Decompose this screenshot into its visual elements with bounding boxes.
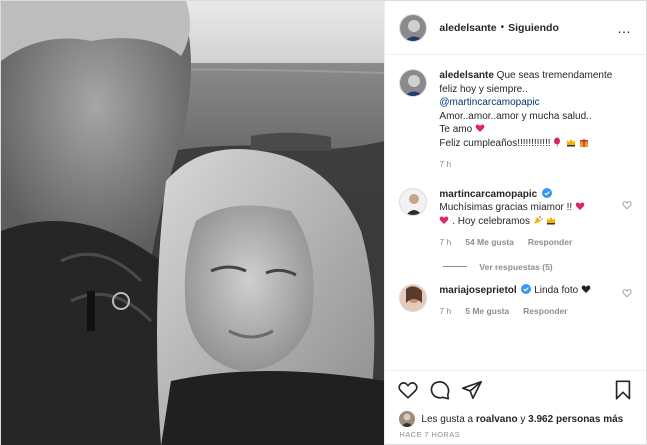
author-username[interactable]: aledelsante	[439, 22, 496, 34]
like-heart-icon[interactable]	[397, 379, 419, 401]
liker-username[interactable]: roalvano	[476, 414, 518, 425]
balloon-emoji	[554, 137, 561, 147]
commenter-username[interactable]: martincarcamopapic	[439, 189, 537, 200]
likes-summary: Les gusta a roalvano y 3.962 personas má…	[385, 408, 646, 430]
comment-time[interactable]: 7 h	[439, 236, 451, 250]
save-bookmark-icon[interactable]	[612, 379, 634, 401]
reply-button[interactable]: Responder	[528, 236, 572, 250]
caption-author[interactable]: aledelsante	[439, 70, 493, 81]
crown-emoji	[567, 138, 576, 146]
comment-icon[interactable]	[429, 379, 451, 401]
caption-line-3: Te amo	[439, 124, 473, 135]
verified-badge-icon	[521, 283, 532, 294]
verified-badge-icon	[542, 187, 553, 198]
following-button[interactable]: Siguiendo	[508, 22, 559, 34]
caption-line-4: Feliz cumpleaños!!!!!!!!!!!!	[439, 137, 551, 149]
post-header: aledelsante • Siguiendo …	[385, 1, 646, 55]
post-side-panel: aledelsante • Siguiendo … aledelsante Qu…	[384, 1, 646, 445]
comment-mariajoseprietol: mariajoseprietol Linda foto 7 h 5 Me gus…	[399, 283, 632, 319]
separator-dot: •	[500, 22, 505, 33]
like-comment-heart-icon[interactable]	[622, 200, 632, 210]
caption-time[interactable]: 7 h	[439, 158, 451, 172]
comment-likes[interactable]: 54 Me gusta	[465, 236, 514, 250]
couple-photo	[1, 1, 385, 445]
instagram-post: aledelsante • Siguiendo … aledelsante Qu…	[0, 0, 647, 445]
comment-martincarcamopapic: martincarcamopapic Muchísimas gracias mi…	[399, 187, 632, 250]
caption-meta: 7 h	[439, 158, 632, 172]
comment-text: Linda foto	[534, 284, 579, 296]
more-options-icon[interactable]: …	[617, 21, 632, 35]
likes-prefix: Les gusta a	[421, 413, 474, 425]
likes-count[interactable]: 3.962 personas más	[528, 414, 623, 425]
replies-divider	[443, 266, 468, 267]
red-heart-emoji	[440, 215, 449, 224]
like-comment-heart-icon[interactable]	[622, 288, 632, 298]
posted-time[interactable]: HACE 7 HORAS	[385, 430, 646, 445]
reply-button[interactable]: Responder	[523, 305, 567, 319]
likes-connector: y	[520, 413, 526, 425]
action-bar	[385, 370, 646, 408]
comment-text-2: . Hoy celebramos	[452, 215, 530, 227]
caption-mention[interactable]: @martincarcamopapic	[439, 97, 539, 108]
liker-avatar[interactable]	[399, 411, 416, 427]
red-heart-emoji	[475, 124, 485, 132]
view-replies-button[interactable]: Ver respuestas (5)	[443, 262, 632, 272]
caption: aledelsante Que seas tremendamente feliz…	[399, 69, 632, 172]
comment-likes[interactable]: 5 Me gusta	[465, 305, 509, 319]
red-heart-emoji	[575, 202, 585, 210]
gift-emoji	[579, 138, 588, 147]
comment-meta: 7 h 5 Me gusta Responder	[439, 305, 632, 319]
comment-meta: 7 h 54 Me gusta Responder	[439, 236, 632, 250]
commenter-avatar[interactable]	[399, 283, 428, 312]
commenter-avatar[interactable]	[399, 187, 428, 216]
share-icon[interactable]	[461, 379, 483, 401]
comment-text: Muchísimas gracias miamor !!	[439, 202, 573, 213]
comment-time[interactable]: 7 h	[439, 305, 451, 319]
party-popper-emoji	[533, 215, 543, 224]
black-heart-emoji	[581, 284, 591, 293]
caption-line-2: Amor..amor..amor y mucha salud..	[439, 110, 592, 122]
caption-avatar[interactable]	[399, 69, 428, 97]
post-photo[interactable]	[1, 1, 385, 445]
commenter-username[interactable]: mariajoseprietol	[439, 285, 516, 296]
crown-emoji	[546, 216, 555, 224]
author-avatar[interactable]	[399, 13, 428, 42]
view-replies-label: Ver respuestas (5)	[479, 261, 553, 272]
comments-list[interactable]: aledelsante Que seas tremendamente feliz…	[385, 55, 646, 370]
